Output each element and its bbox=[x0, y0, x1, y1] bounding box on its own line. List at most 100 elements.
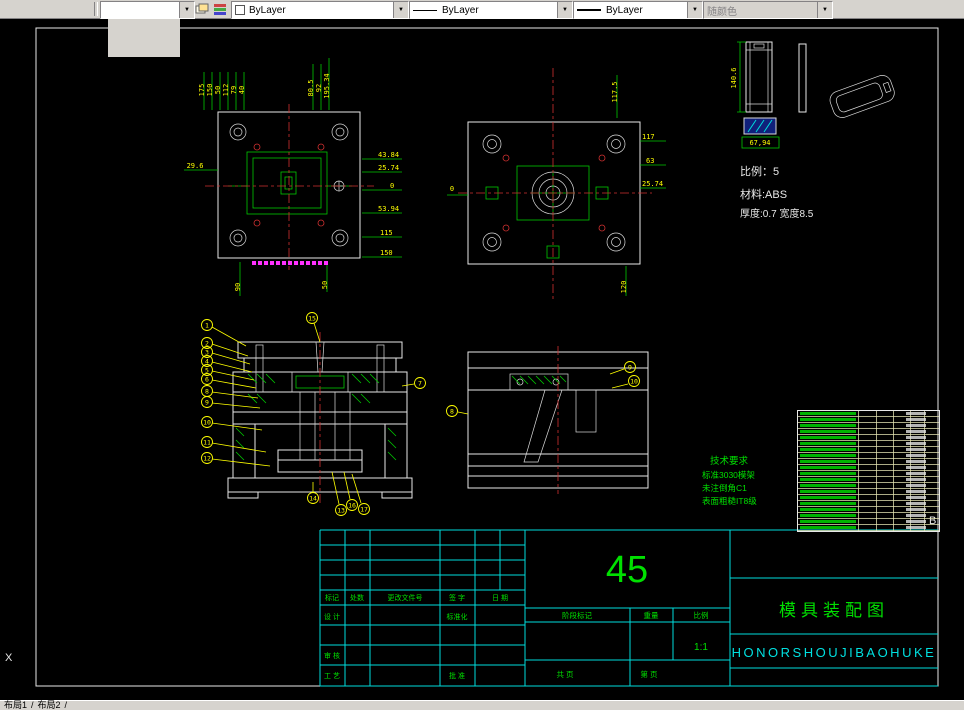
scale-label: 比例 bbox=[694, 610, 709, 620]
lineweight-combo[interactable]: ByLayer ▼ bbox=[573, 1, 703, 19]
hdr-mark: 标记 bbox=[325, 593, 339, 602]
hdr-sign: 签 字 bbox=[449, 593, 465, 602]
balloon-number: 10 bbox=[203, 419, 211, 427]
chevron-down-icon[interactable]: ▼ bbox=[557, 2, 572, 18]
company-name: HONORSHOUJIBAOHUKE bbox=[732, 645, 937, 660]
view-part-detail: 140.6 67,94 比例：5 材料:ABS 厚度:0.7 宽度8.5 bbox=[730, 41, 895, 220]
bom-column-divider bbox=[876, 411, 877, 531]
dim-label: 53.94 bbox=[378, 205, 399, 213]
bom-text-rows bbox=[800, 412, 856, 529]
drawing-title: 模具装配图 bbox=[779, 601, 889, 620]
view-plan-fixed-half bbox=[447, 68, 666, 300]
balloon-number: 8 bbox=[205, 388, 209, 396]
cavity-outline bbox=[228, 151, 352, 215]
balloon-number: 1 bbox=[205, 322, 209, 330]
dim-label: 140.6 bbox=[730, 67, 738, 88]
ucs-x-label: X bbox=[5, 652, 13, 664]
lineweight-combo-value: ByLayer bbox=[606, 4, 643, 16]
chevron-down-icon[interactable]: ▼ bbox=[393, 2, 408, 18]
balloon-number: 7 bbox=[418, 380, 422, 388]
material-note: 材料:ABS bbox=[740, 187, 787, 201]
part-balloon: 10 bbox=[201, 416, 263, 431]
part-balloon: 14 bbox=[307, 482, 319, 504]
chevron-down-icon[interactable]: ▼ bbox=[687, 2, 702, 18]
drawing-canvas[interactable]: B X bbox=[0, 18, 964, 700]
view-section-main bbox=[227, 332, 413, 503]
chevron-down-icon[interactable]: ▼ bbox=[179, 2, 194, 18]
balloon-number: 6 bbox=[205, 376, 209, 384]
balloon-number: 14 bbox=[309, 495, 317, 503]
color-swatch-icon bbox=[235, 5, 245, 15]
thickness-note: 厚度:0.7 宽度8.5 bbox=[740, 207, 814, 220]
technical-requirements: 技术要求 标准3030模架 未注倒角C1 表面粗糙IT8级 bbox=[702, 455, 757, 506]
balloon-number: 16 bbox=[348, 502, 356, 510]
plotstyle-combo-value: 随颜色 bbox=[707, 6, 737, 18]
dim-label: 115 bbox=[380, 229, 393, 237]
dim-label: 80.5 bbox=[307, 80, 315, 97]
cad-application-window: ▼ ByLayer ▼ ByLayer ▼ ByLayer ▼ 随颜色 ▼ X … bbox=[0, 0, 964, 710]
title-block: 标记 处数 更改文件号 签 字 日 期 设 计 标准化 审 核 工 艺 批 准 … bbox=[319, 529, 938, 687]
dim-label: 112 bbox=[222, 84, 230, 97]
color-combo-value: ByLayer bbox=[249, 4, 286, 16]
sheet-frame: B bbox=[35, 27, 939, 687]
part-balloon: 15 bbox=[306, 312, 321, 343]
layer-states-icon[interactable] bbox=[212, 2, 228, 16]
part-balloon: 12 bbox=[201, 452, 271, 467]
balloon-number: 10 bbox=[630, 378, 638, 386]
dim-label: 0 bbox=[390, 182, 394, 190]
linetype-combo[interactable]: ByLayer ▼ bbox=[409, 1, 573, 19]
scale-value: 1:1 bbox=[694, 642, 708, 653]
balloon-number: 17 bbox=[360, 506, 368, 514]
balloon-number: 13 bbox=[337, 507, 345, 515]
balloon-number: 12 bbox=[203, 455, 211, 463]
weight-label: 重量 bbox=[644, 611, 659, 620]
row-standardize: 标准化 bbox=[447, 612, 468, 621]
balloon-number: 15 bbox=[308, 315, 316, 323]
balloon-number: 11 bbox=[203, 439, 211, 447]
part-balloon: 11 bbox=[201, 436, 267, 453]
balloon-number: 9 bbox=[205, 399, 209, 407]
dim-label: 67,94 bbox=[749, 139, 770, 147]
color-combo[interactable]: ByLayer ▼ bbox=[231, 1, 409, 19]
object-properties-toolbar: ▼ ByLayer ▼ ByLayer ▼ ByLayer ▼ 随颜色 ▼ bbox=[0, 0, 964, 19]
tab-layout2[interactable]: 布局2 bbox=[38, 701, 61, 710]
dim-label: 120 bbox=[620, 281, 628, 294]
view-tm-dimensions: 117.5 117 63 25.74 120 0 bbox=[450, 81, 663, 293]
linetype-combo-value: ByLayer bbox=[442, 4, 479, 16]
dim-label: 175 bbox=[198, 84, 206, 97]
tab-separator: / bbox=[64, 700, 68, 710]
layout-tabs: 布局1 / 布局2 / bbox=[0, 700, 964, 710]
scale-note: 比例：5 bbox=[740, 164, 779, 178]
dim-label: 29.6 bbox=[187, 162, 204, 170]
part-balloon: 10 bbox=[611, 375, 640, 389]
bom-table bbox=[797, 410, 940, 532]
dim-label: 40 bbox=[238, 86, 246, 94]
dim-label: 50 bbox=[321, 281, 329, 289]
dim-label: 25.74 bbox=[378, 164, 399, 172]
bom-column-divider bbox=[858, 411, 859, 531]
toolbar-separator bbox=[94, 2, 98, 16]
dim-label: 50 bbox=[214, 86, 222, 94]
hdr-doc-no: 更改文件号 bbox=[388, 593, 423, 602]
linetype-sample-icon bbox=[413, 9, 437, 11]
plotstyle-combo: 随颜色 ▼ bbox=[703, 1, 833, 19]
dim-label: 0 bbox=[450, 185, 454, 193]
balloon-number: 8 bbox=[450, 408, 454, 416]
dim-label: 79 bbox=[230, 86, 238, 94]
annotation-text-magenta bbox=[252, 261, 330, 265]
tab-layout1[interactable]: 布局1 bbox=[4, 701, 27, 710]
sheet-no: 第 页 bbox=[640, 669, 658, 679]
dim-label: 43.84 bbox=[378, 151, 399, 159]
tech-req-title: 技术要求 bbox=[710, 455, 749, 467]
layer-combo[interactable]: ▼ bbox=[100, 1, 195, 19]
part-number: 45 bbox=[606, 549, 648, 591]
dim-label: 150 bbox=[380, 249, 393, 257]
layers-icon[interactable] bbox=[194, 2, 210, 16]
row-approve: 批 准 bbox=[449, 671, 465, 680]
balloon-number: 9 bbox=[628, 364, 632, 372]
balloons-main-section: 1 2 3 4 5 6 8 9 10 11 12 15 7 14 13 16 1… bbox=[201, 312, 426, 516]
view-section-side: 8 9 10 bbox=[446, 346, 649, 494]
part-balloon: 9 bbox=[201, 396, 261, 409]
dim-label: 117 bbox=[642, 133, 655, 141]
chevron-down-icon: ▼ bbox=[817, 2, 832, 18]
